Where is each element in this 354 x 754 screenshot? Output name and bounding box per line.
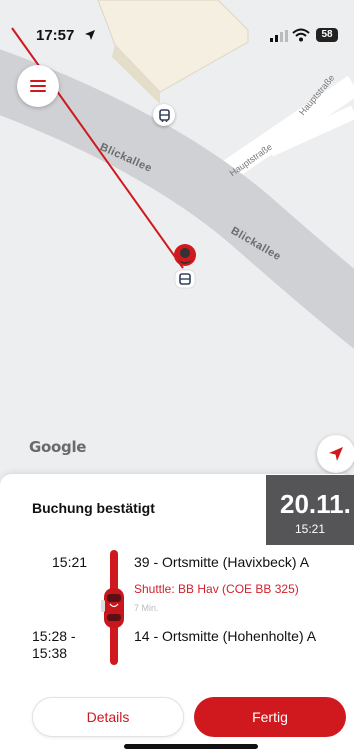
- departure-time: 15:21: [52, 554, 88, 570]
- booking-confirmed-title: Buchung bestätigt: [32, 500, 155, 516]
- arrival-stop: 14 - Ortsmitte (Hohenholte) A: [134, 628, 317, 644]
- booking-date: 20.11.: [280, 489, 351, 519]
- hamburger-menu-icon: [30, 80, 46, 92]
- shuttle-info: Shuttle: BB Hav (COE BB 325): [134, 582, 299, 596]
- home-indicator[interactable]: [124, 744, 258, 749]
- sheet-grabber[interactable]: [163, 474, 193, 478]
- wifi-icon: [292, 28, 310, 42]
- booking-sheet: Buchung bestätigt 20.11. 15:21 15:21 39 …: [0, 474, 354, 754]
- app-screen: Blickallee Blickallee Hauptstraße Haupts…: [0, 0, 354, 754]
- locate-me-button[interactable]: [317, 435, 354, 473]
- menu-button[interactable]: [17, 65, 59, 107]
- status-bar: 17:57 58: [0, 0, 354, 44]
- booking-date-time: 15:21: [294, 522, 326, 536]
- arrival-time: 15:28 - 15:38: [32, 628, 76, 661]
- location-arrow-icon: [85, 30, 95, 40]
- cellular-signal-icon: [270, 30, 288, 42]
- bus-stop-marker[interactable]: [153, 104, 175, 126]
- battery-indicator: 58: [316, 28, 338, 42]
- map-view[interactable]: Blickallee Blickallee Hauptstraße Haupts…: [0, 0, 354, 490]
- trip-duration: 7 Min.: [134, 603, 159, 613]
- status-time: 17:57: [36, 27, 75, 44]
- google-attribution: Google: [29, 438, 87, 456]
- driver-location-pin-icon: [174, 244, 196, 289]
- shuttle-car-icon: [101, 588, 124, 628]
- bus-stop-icon: [158, 108, 170, 122]
- locate-arrow-icon: [329, 447, 343, 461]
- departure-stop: 39 - Ortsmitte (Havixbeck) A: [134, 554, 310, 570]
- driver-location-pin[interactable]: [171, 242, 201, 297]
- booking-date-box: 20.11. 15:21: [266, 475, 354, 545]
- done-button[interactable]: Fertig: [194, 697, 346, 737]
- details-button[interactable]: Details: [32, 697, 184, 737]
